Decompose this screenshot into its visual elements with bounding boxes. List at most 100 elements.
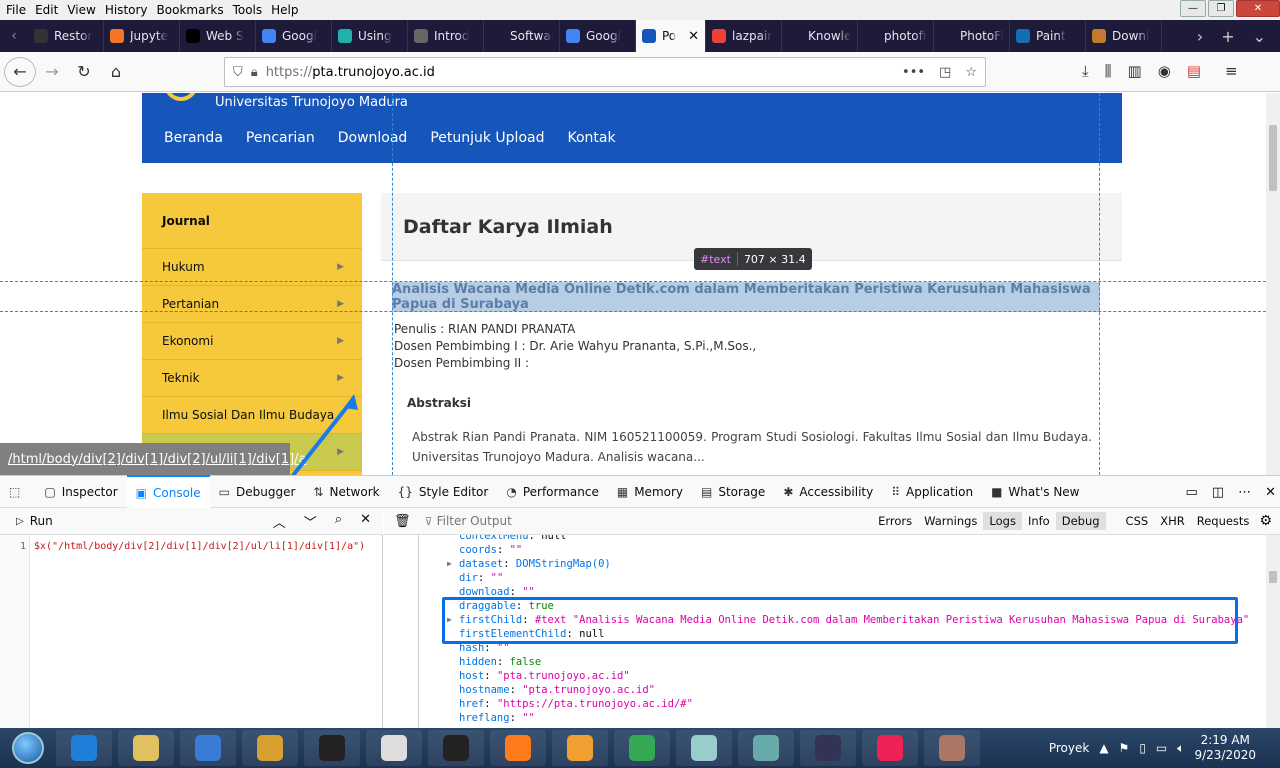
filter-xhr[interactable]: XHR (1154, 512, 1191, 530)
property-row[interactable]: ▶ dataset: DOMStringMap(0) (447, 557, 611, 571)
sidebar-icon[interactable]: ▥ (1128, 62, 1142, 80)
taskbar-app-8[interactable] (552, 730, 608, 766)
lock-icon[interactable]: 🔒︎ (251, 65, 258, 80)
more-options-icon[interactable]: ⋯ (1238, 485, 1251, 500)
dock-icon[interactable]: ◫ (1212, 485, 1224, 500)
tab-9[interactable]: lazpair (706, 20, 782, 52)
nav-petunjuk-upload[interactable]: Petunjuk Upload (430, 130, 544, 146)
filter-info[interactable]: Info (1022, 512, 1056, 530)
tab-6[interactable]: Software C (484, 20, 560, 52)
toolbar-proyek[interactable]: Proyek (1049, 741, 1089, 755)
article-title-link[interactable]: Analisis Wacana Media Online Detik.com d… (392, 282, 1100, 312)
taskbar-app-12[interactable] (800, 730, 856, 766)
filter-css[interactable]: CSS (1120, 512, 1155, 530)
console-editor[interactable]: 1 $x("/html/body/div[2]/div[1]/div[2]/ul… (0, 535, 383, 728)
menu-tools[interactable]: Tools (233, 3, 263, 17)
bookmark-star-icon[interactable]: ☆ (965, 65, 977, 80)
menu-edit[interactable]: Edit (35, 3, 58, 17)
taskbar-app-5[interactable] (366, 730, 422, 766)
tab-network[interactable]: ⇅ Network (304, 475, 388, 508)
close-tab-icon[interactable]: ✕ (688, 29, 699, 44)
tab-1[interactable]: Jupyte (104, 20, 180, 52)
tab-accessibility[interactable]: ✱ Accessibility (774, 475, 882, 508)
tab-performance[interactable]: ◔ Performance (497, 475, 608, 508)
download-icon[interactable]: ⤓ (1082, 62, 1089, 80)
taskbar-app-7[interactable] (490, 730, 546, 766)
tab-13[interactable]: Paint (1010, 20, 1086, 52)
tab-11[interactable]: photofiltre (858, 20, 934, 52)
tab-12[interactable]: PhotoFiltre (934, 20, 1010, 52)
taskbar-app-1[interactable] (118, 730, 174, 766)
home-icon[interactable]: ⌂ (100, 57, 132, 87)
tray-flag-icon[interactable]: ⚑ (1119, 741, 1130, 755)
filter-warnings[interactable]: Warnings (918, 512, 983, 530)
filter-output-input[interactable] (436, 514, 737, 528)
tab-2[interactable]: Web S (180, 20, 256, 52)
start-button[interactable] (0, 728, 56, 768)
nav-download[interactable]: Download (338, 130, 408, 146)
close-editor-icon[interactable]: ✕ (360, 512, 371, 531)
menu-history[interactable]: History (105, 3, 148, 17)
menu-view[interactable]: View (67, 3, 95, 17)
tab-inspector[interactable]: ▢ Inspector (35, 475, 126, 508)
tray-network-icon[interactable]: ▭ (1156, 741, 1167, 755)
new-tab-icon[interactable]: + (1221, 27, 1234, 46)
tab-5[interactable]: Introd (408, 20, 484, 52)
clock[interactable]: 2:19 AM 9/23/2020 (1194, 733, 1256, 763)
tab-application[interactable]: ⠿ Application (882, 475, 982, 508)
tab-4[interactable]: Using (332, 20, 408, 52)
tab-7[interactable]: Googl (560, 20, 636, 52)
tab-console[interactable]: ▣ Console (126, 475, 210, 508)
scroll-thumb[interactable] (1269, 125, 1277, 191)
close-devtools-icon[interactable]: ✕ (1265, 485, 1276, 500)
tab-0[interactable]: Restor (28, 20, 104, 52)
list-all-tabs-icon[interactable]: ⌄ (1253, 27, 1266, 46)
tab-memory[interactable]: ▦ Memory (608, 475, 692, 508)
element-picker-icon[interactable]: ⬚ (0, 475, 35, 508)
sidebar-item-pertanian[interactable]: Pertanian ▶ (142, 286, 362, 323)
nav-kontak[interactable]: Kontak (567, 130, 615, 146)
history-down-icon[interactable]: ﹀ (304, 512, 317, 531)
tab-whats-new[interactable]: ■ What's New (982, 475, 1088, 508)
expand-arrow-icon[interactable]: ▶ (447, 557, 452, 571)
tab-style-editor[interactable]: {} Style Editor (389, 475, 498, 508)
filter-logs[interactable]: Logs (983, 512, 1022, 530)
taskbar-app-2[interactable] (180, 730, 236, 766)
tab-3[interactable]: Googl (256, 20, 332, 52)
nav-pencarian[interactable]: Pencarian (246, 130, 315, 146)
taskbar-app-10[interactable] (676, 730, 732, 766)
editor-code[interactable]: $x("/html/body/div[2]/div[1]/div[2]/ul/l… (34, 541, 365, 552)
reverse-search-icon[interactable]: ⌕ (335, 512, 342, 531)
run-button[interactable]: ▷ Run (16, 514, 53, 528)
reload-icon[interactable]: ↻ (68, 57, 100, 87)
trash-icon[interactable]: 🗑︎ (394, 514, 411, 529)
tab-8[interactable]: Po ✕ (636, 20, 706, 52)
minimize-button[interactable]: — (1180, 0, 1206, 17)
volume-icon[interactable]: 🔈︎ (1177, 741, 1184, 756)
tab-14[interactable]: Downl (1086, 20, 1162, 52)
pdf-extension-icon[interactable]: ▤ (1187, 62, 1201, 80)
sidebar-item-ekonomi[interactable]: Ekonomi ▶ (142, 323, 362, 360)
url-bar[interactable]: ⛉ 🔒︎ https://pta.trunojoyo.ac.id ••• ◳ ☆ (224, 57, 986, 87)
page-scrollbar[interactable] (1266, 93, 1280, 475)
filter-requests[interactable]: Requests (1191, 512, 1256, 530)
filter-debug[interactable]: Debug (1055, 512, 1106, 530)
taskbar-app-4[interactable] (304, 730, 360, 766)
taskbar-app-14[interactable] (924, 730, 980, 766)
menu-bookmarks[interactable]: Bookmarks (157, 3, 224, 17)
library-icon[interactable]: ⫼ (1105, 62, 1112, 80)
pocket-icon[interactable]: ◳ (939, 65, 951, 80)
back-icon[interactable]: ← (4, 56, 36, 87)
hamburger-menu-icon[interactable]: ≡ (1225, 62, 1238, 80)
shield-icon[interactable]: ⛉ (233, 65, 243, 80)
taskbar-app-3[interactable] (242, 730, 298, 766)
scroll-thumb[interactable] (1269, 571, 1277, 583)
tab-debugger[interactable]: ▭ Debugger (210, 475, 305, 508)
account-icon[interactable]: ◉ (1158, 62, 1171, 80)
tab-10[interactable]: Knowledg (782, 20, 858, 52)
split-console-icon[interactable]: ▭ (1186, 485, 1198, 500)
forward-icon[interactable]: → (36, 57, 68, 87)
history-up-icon[interactable]: ︿ (273, 512, 286, 531)
tray-device-icon[interactable]: ▯ (1139, 741, 1146, 755)
close-window-button[interactable]: ✕ (1236, 0, 1280, 17)
